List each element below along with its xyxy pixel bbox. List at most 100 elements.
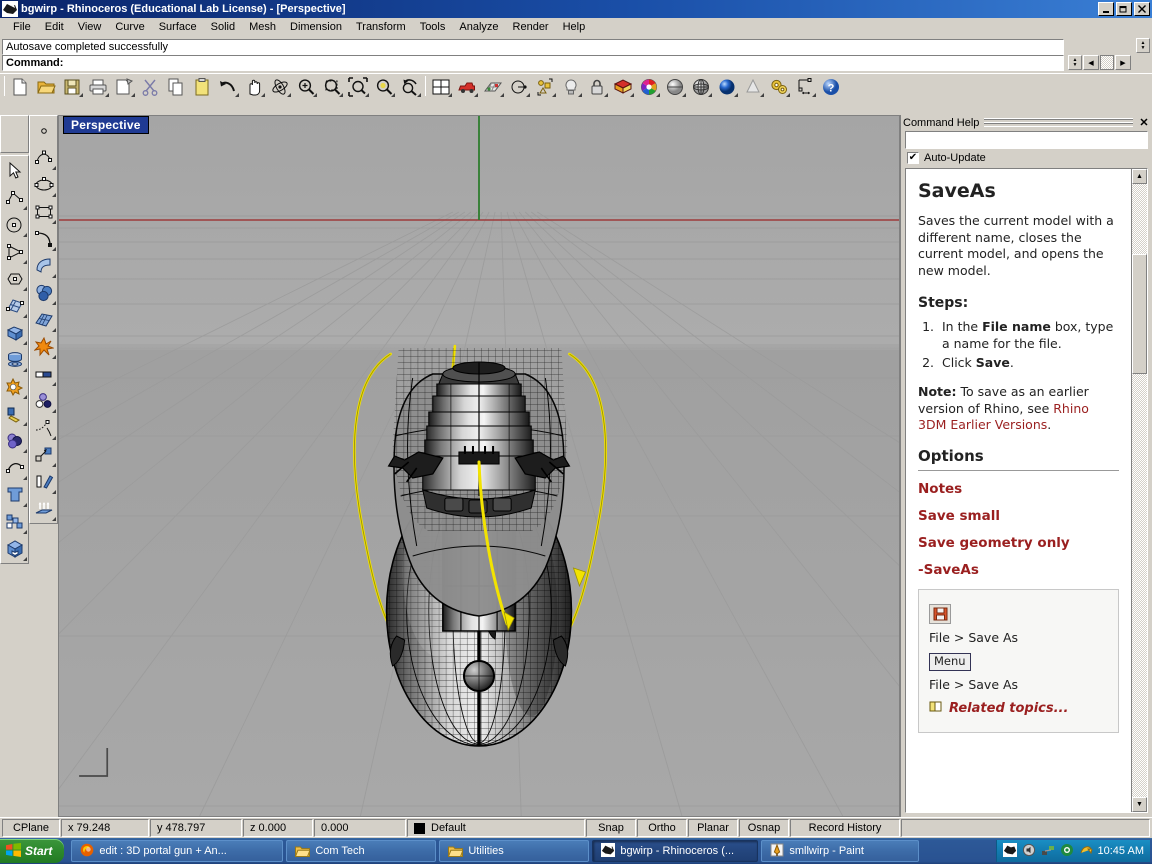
auto-update-row[interactable]: ✔ Auto-Update (901, 152, 1152, 168)
option-link-notes[interactable]: Notes (918, 480, 1119, 498)
menu-item-dimension[interactable]: Dimension (283, 19, 349, 35)
option-link-save-small[interactable]: Save small (918, 507, 1119, 525)
copy-icon[interactable] (163, 75, 189, 99)
status-toggle-ortho[interactable]: Ortho (637, 819, 687, 837)
layer-icon[interactable] (610, 75, 636, 99)
taskbar-item-com-tech[interactable]: Com Tech (286, 840, 436, 862)
status-toggle-record-history[interactable]: Record History (790, 819, 900, 837)
status-toggle-snap[interactable]: Snap (586, 819, 636, 837)
print-icon[interactable] (85, 75, 111, 99)
cplane-icon[interactable] (506, 75, 532, 99)
network-icon[interactable] (1041, 843, 1055, 860)
option-link-save-geometry-only[interactable]: Save geometry only (918, 534, 1119, 552)
command-scroll-left-button[interactable]: ◀ (1083, 55, 1099, 70)
zoom-in-icon[interactable] (293, 75, 319, 99)
hexagon-icon[interactable] (1, 265, 28, 292)
status-layer[interactable]: Default (407, 819, 585, 837)
boolean-star-icon[interactable] (1, 373, 28, 400)
related-topics-link[interactable]: Related topics... (949, 700, 1068, 718)
command-scroll-right-button[interactable]: ▶ (1115, 55, 1131, 70)
viewport-layout-icon[interactable] (428, 75, 454, 99)
volume-icon[interactable] (1022, 843, 1036, 860)
object-properties-icon[interactable] (532, 75, 558, 99)
rendered-sphere-icon[interactable] (714, 75, 740, 99)
surface-patch-icon[interactable] (1, 292, 28, 319)
menu-item-transform[interactable]: Transform (349, 19, 413, 35)
menu-tag[interactable]: Menu (929, 653, 971, 671)
scroll-thumb[interactable] (1132, 254, 1147, 374)
taskbar-item-rhinoceros[interactable]: bgwirp - Rhinoceros (... (592, 840, 758, 862)
save-disk-icon[interactable] (929, 604, 951, 624)
wireframe-sphere-icon[interactable] (688, 75, 714, 99)
menu-item-analyze[interactable]: Analyze (452, 19, 505, 35)
menu-item-file[interactable]: File (6, 19, 38, 35)
undo-icon[interactable] (215, 75, 241, 99)
command-scroll-track[interactable] (1100, 55, 1114, 70)
menu-item-render[interactable]: Render (506, 19, 556, 35)
update-icon[interactable] (1079, 843, 1093, 860)
rhino-tray-icon[interactable] (1003, 843, 1017, 860)
control-point-curve-icon[interactable] (30, 144, 57, 171)
curve-point-edit-icon[interactable] (30, 414, 57, 441)
menu-item-tools[interactable]: Tools (413, 19, 453, 35)
scroll-track-upper[interactable] (1132, 184, 1147, 254)
color-wheel-icon[interactable] (636, 75, 662, 99)
close-button[interactable] (1134, 2, 1150, 16)
circle-icon[interactable] (1, 211, 28, 238)
options-gears-icon[interactable] (766, 75, 792, 99)
save-file-icon[interactable] (59, 75, 85, 99)
scroll-track-lower[interactable] (1132, 374, 1147, 797)
help-panel-grip[interactable] (984, 118, 1133, 127)
ghosted-cone-icon[interactable] (740, 75, 766, 99)
polyline-icon[interactable] (1, 184, 28, 211)
related-topics-row[interactable]: Related topics... (929, 700, 1108, 718)
box-solid-icon[interactable] (1, 319, 28, 346)
menu-item-mesh[interactable]: Mesh (242, 19, 283, 35)
shaded-sphere-icon[interactable] (662, 75, 688, 99)
option-link-dash-saveas[interactable]: -SaveAs (918, 561, 1119, 579)
sphere-boolean-icon[interactable] (30, 279, 57, 306)
auto-update-checkbox[interactable]: ✔ (907, 152, 919, 164)
array-icon[interactable] (1, 508, 28, 535)
cylinder-solid-icon[interactable] (1, 346, 28, 373)
taskbar-item-paint[interactable]: smllwirp - Paint (761, 840, 919, 862)
mirror-icon[interactable] (30, 468, 57, 495)
triangle-polygon-icon[interactable] (1, 238, 28, 265)
shield-icon[interactable] (1060, 843, 1074, 860)
scale-icon[interactable] (30, 441, 57, 468)
close-icon[interactable]: ✕ (1138, 116, 1150, 129)
taskbar-item-firefox[interactable]: edit : 3D portal gun + An... (71, 840, 283, 862)
status-toggle-osnap[interactable]: Osnap (739, 819, 789, 837)
extrude-icon[interactable] (30, 495, 57, 522)
text-tool-icon[interactable] (1, 481, 28, 508)
zoom-previous-icon[interactable] (397, 75, 423, 99)
help-search-input[interactable] (905, 131, 1148, 149)
lock-icon[interactable] (584, 75, 610, 99)
scroll-up-button[interactable]: ▲ (1132, 169, 1147, 184)
split-trim-icon[interactable] (1, 400, 28, 427)
point-icon[interactable] (30, 117, 57, 144)
surface-sweep-icon[interactable] (30, 252, 57, 279)
minimize-button[interactable] (1098, 2, 1114, 16)
paste-icon[interactable] (189, 75, 215, 99)
perspective-viewport[interactable]: Perspective (58, 115, 900, 817)
car-icon[interactable] (454, 75, 480, 99)
ellipse-icon[interactable] (30, 171, 57, 198)
explode-icon[interactable] (30, 333, 57, 360)
open-file-icon[interactable] (33, 75, 59, 99)
spheres-group-icon[interactable] (1, 427, 28, 454)
pan-hand-icon[interactable] (241, 75, 267, 99)
status-cplane[interactable]: CPlane (2, 819, 60, 837)
help-icon[interactable]: ? (818, 75, 844, 99)
menu-item-curve[interactable]: Curve (108, 19, 151, 35)
new-file-icon[interactable] (7, 75, 33, 99)
grid-settings-icon[interactable] (480, 75, 506, 99)
scroll-down-button[interactable]: ▼ (1132, 797, 1147, 812)
start-button[interactable]: Start (0, 839, 64, 863)
restore-button[interactable] (1116, 2, 1132, 16)
viewport-label[interactable]: Perspective (63, 116, 149, 134)
dimension-icon[interactable] (792, 75, 818, 99)
menu-item-edit[interactable]: Edit (38, 19, 71, 35)
menu-item-help[interactable]: Help (556, 19, 593, 35)
zoom-extents-icon[interactable] (345, 75, 371, 99)
